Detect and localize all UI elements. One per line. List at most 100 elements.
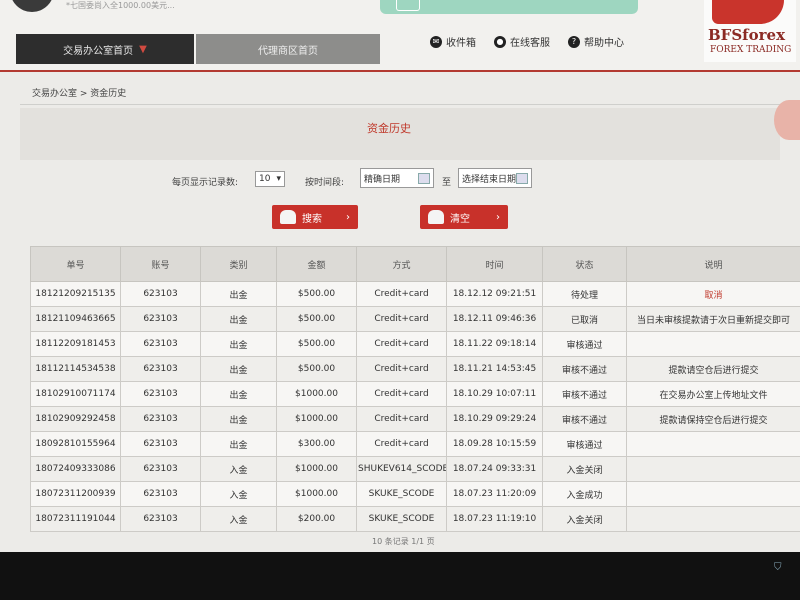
cell-type: 入金 [200, 456, 277, 482]
cell-status: 已取消 [542, 306, 627, 332]
tab-office-home[interactable]: 交易办公室首页 ▼ [16, 34, 194, 64]
search-bull-icon [280, 210, 296, 224]
cell-method: SHUKEV614_SCODE [356, 456, 447, 482]
col-header-account[interactable]: 账号 [120, 246, 201, 282]
cell-method: SKUKE_SCODE [356, 481, 447, 507]
cell-note: 在交易办公室上传地址文件 [626, 381, 800, 407]
cell-amount: $500.00 [276, 281, 357, 307]
promo-banner[interactable] [380, 0, 638, 14]
breadcrumb[interactable]: 交易办公室 > 资金历史 [32, 86, 126, 99]
cell-time: 18.11.21 14:53:45 [446, 356, 543, 382]
cell-type: 出金 [200, 281, 277, 307]
cell-status: 审核不通过 [542, 406, 627, 432]
cell-note [626, 456, 800, 482]
cell-status: 待处理 [542, 281, 627, 307]
to-label: 至 [442, 178, 452, 188]
cell-account: 623103 [120, 481, 201, 507]
cell-time: 18.07.23 11:20:09 [446, 481, 543, 507]
cell-amount: $1000.00 [276, 406, 357, 432]
col-header-amount[interactable]: 金额 [276, 246, 357, 282]
cell-type: 入金 [200, 506, 277, 532]
cell-type: 出金 [200, 406, 277, 432]
per-page-select[interactable]: 10 ▾ [255, 171, 285, 187]
cell-type: 出金 [200, 306, 277, 332]
col-header-order-no[interactable]: 单号 [30, 246, 121, 282]
chat-icon: ● [494, 35, 506, 48]
pagination-info: 10 条记录 1/1 页 [372, 537, 435, 546]
link-inbox[interactable]: ✉ 收件箱 [430, 34, 476, 49]
link-help-center[interactable]: ? 帮助中心 [568, 34, 624, 49]
end-date-input[interactable]: 选择结束日期 [458, 168, 532, 188]
tab-agent-home[interactable]: 代理商区首页 [196, 34, 380, 64]
bull-logo-icon [712, 0, 784, 24]
brand-logo[interactable]: BFSforex FOREX TRADING [704, 0, 796, 62]
cell-amount: $500.00 [276, 306, 357, 332]
cell-method: SKUKE_SCODE [356, 506, 447, 532]
cell-order-no: 18121109463665 [30, 306, 121, 332]
table-row: 18072311200939 623103 入金 $1000.00 SKUKE_… [30, 481, 800, 507]
table-row: 18092810155964 623103 出金 $300.00 Credit+… [30, 431, 800, 457]
cell-time: 18.10.29 09:29:24 [446, 406, 543, 432]
col-header-time[interactable]: 时间 [446, 246, 543, 282]
cell-account: 623103 [120, 406, 201, 432]
table-row: 18102909292458 623103 出金 $1000.00 Credit… [30, 406, 800, 432]
cell-type: 入金 [200, 481, 277, 507]
cancel-link[interactable]: 取消 [626, 281, 800, 307]
page-title: 资金历史 [367, 122, 411, 135]
cell-note: 提款请空仓后进行提交 [626, 356, 800, 382]
cell-note [626, 431, 800, 457]
cell-status: 审核通过 [542, 431, 627, 457]
cell-note [626, 331, 800, 357]
start-date-input[interactable]: 精确日期 [360, 168, 434, 188]
caret-down-icon: ▼ [139, 43, 147, 55]
table-row: 18121109463665 623103 出金 $500.00 Credit+… [30, 306, 800, 332]
cell-method: Credit+card [356, 281, 447, 307]
calendar-icon[interactable] [516, 172, 528, 184]
cell-amount: $300.00 [276, 431, 357, 457]
calendar-icon[interactable] [418, 172, 430, 184]
arrow-right-icon: › [346, 211, 350, 223]
table-row: 18121209215135 623103 出金 $500.00 Credit+… [30, 281, 800, 307]
end-date-text: 选择结束日期 [462, 174, 517, 185]
cell-order-no: 18112209181453 [30, 331, 121, 357]
cell-order-no: 18102909292458 [30, 406, 121, 432]
mail-icon: ✉ [430, 35, 442, 48]
table-header-row: 单号 账号 类别 金额 方式 时间 状态 说明 [30, 246, 800, 282]
cell-order-no: 18102910071174 [30, 381, 121, 407]
cell-amount: $500.00 [276, 331, 357, 357]
cell-account: 623103 [120, 281, 201, 307]
cell-amount: $500.00 [276, 356, 357, 382]
cell-status: 入金关闭 [542, 456, 627, 482]
cell-amount: $1000.00 [276, 381, 357, 407]
cell-method: Credit+card [356, 331, 447, 357]
col-header-method[interactable]: 方式 [356, 246, 447, 282]
cell-order-no: 18092810155964 [30, 431, 121, 457]
col-header-type[interactable]: 类别 [200, 246, 277, 282]
cell-time: 18.07.23 11:19:10 [446, 506, 543, 532]
link-support-label: 在线客服 [510, 38, 550, 49]
clear-bull-icon [428, 210, 444, 224]
divider [20, 104, 780, 105]
cell-type: 出金 [200, 431, 277, 457]
top-strip: *七国委尚入全1000.00美元... [0, 0, 800, 32]
col-header-note[interactable]: 说明 [626, 246, 800, 282]
col-header-status[interactable]: 状态 [542, 246, 627, 282]
decorative-mascot-icon [774, 100, 800, 140]
filter-row: 每页显示记录数: 10 ▾ 按时间段: 精确日期 至 选择结束日期 [0, 168, 800, 194]
cell-status: 入金关闭 [542, 506, 627, 532]
cell-amount: $1000.00 [276, 481, 357, 507]
cell-method: Credit+card [356, 431, 447, 457]
cell-time: 18.12.11 09:46:36 [446, 306, 543, 332]
cell-account: 623103 [120, 331, 201, 357]
cell-account: 623103 [120, 506, 201, 532]
logo-text: BFSforex [708, 26, 786, 44]
search-button[interactable]: 搜索 › [272, 205, 358, 229]
clear-button[interactable]: 清空 › [420, 205, 508, 229]
browser-screen: *七国委尚入全1000.00美元... 交易办公室首页 ▼ 代理商区首页 ✉ 收… [0, 0, 800, 552]
cell-order-no: 18072409333086 [30, 456, 121, 482]
cell-note [626, 481, 800, 507]
table-row: 18102910071174 623103 出金 $1000.00 Credit… [30, 381, 800, 407]
per-page-value: 10 [259, 174, 271, 184]
link-online-support[interactable]: ● 在线客服 [494, 34, 550, 49]
table-row: 18072311191044 623103 入金 $200.00 SKUKE_S… [30, 506, 800, 532]
